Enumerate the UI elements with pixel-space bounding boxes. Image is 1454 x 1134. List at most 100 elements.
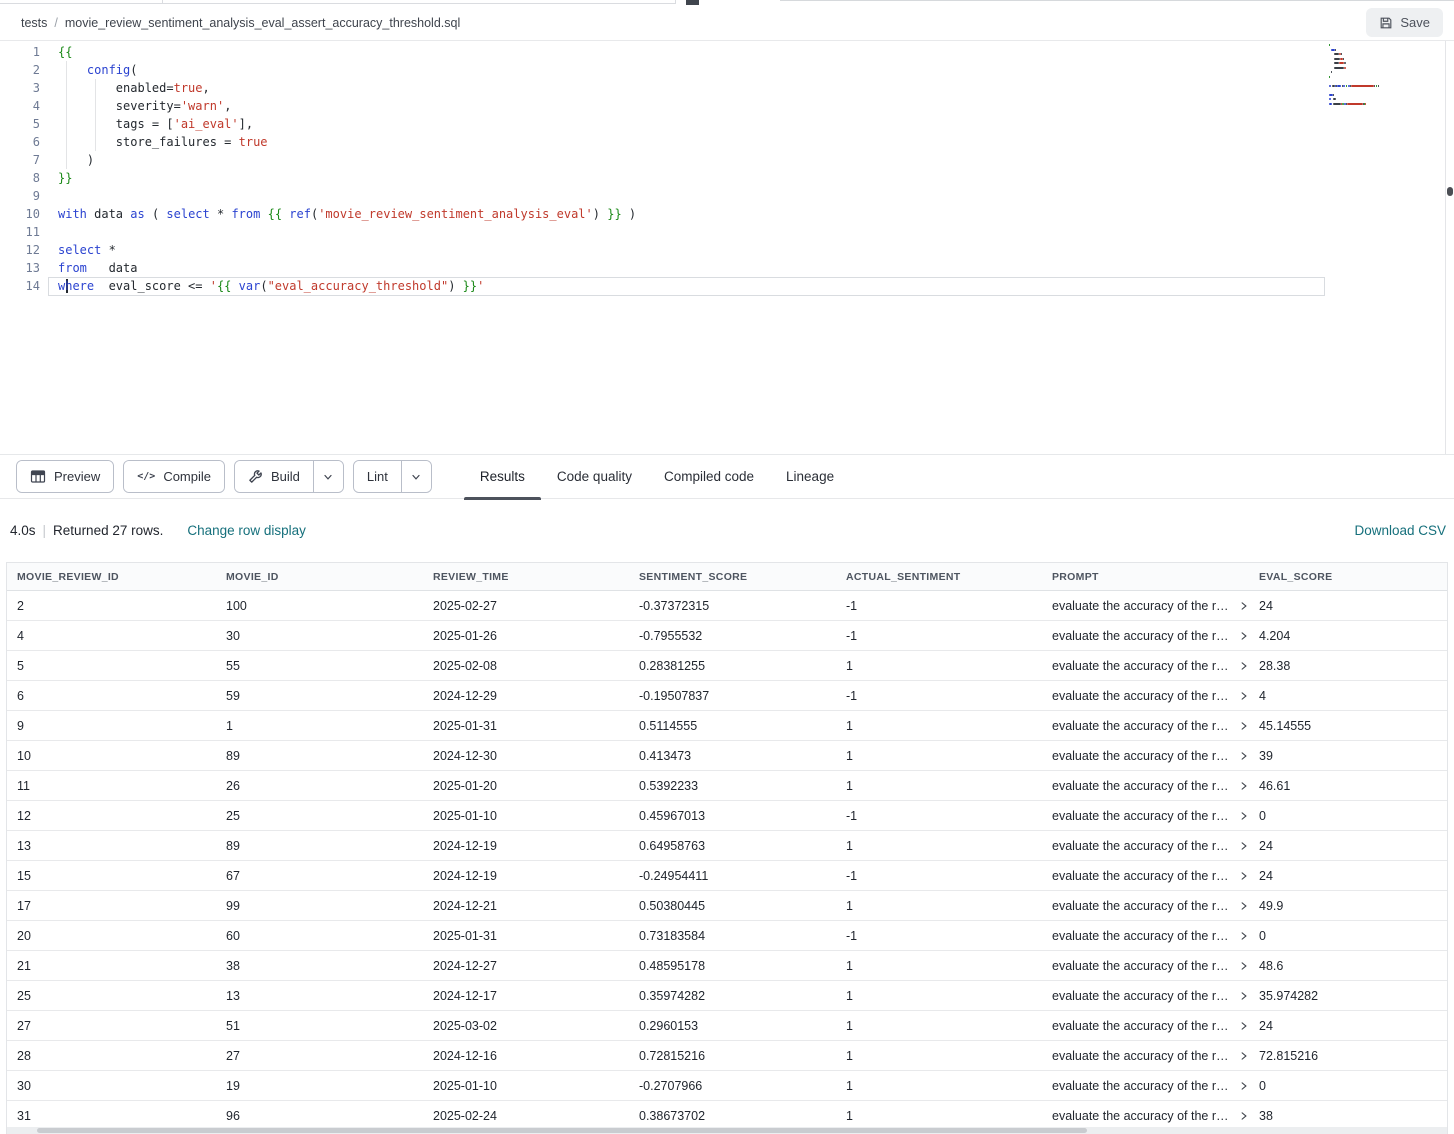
change-row-display-link[interactable]: Change row display: [187, 523, 306, 538]
code-line-5[interactable]: 5 tags = ['ai_eval'],: [0, 115, 1434, 133]
expand-prompt-icon[interactable]: [1239, 661, 1249, 671]
code-line-11[interactable]: 11: [0, 223, 1434, 241]
compile-button[interactable]: </>Compile: [124, 461, 224, 492]
line-number: 11: [0, 223, 40, 241]
table-row: 11262025-01-200.53922331evaluate the acc…: [7, 771, 1447, 801]
breadcrumb-dir[interactable]: tests: [21, 16, 47, 30]
line-number: 5: [0, 115, 40, 133]
cell-prompt: evaluate the accuracy of the res…: [1042, 1011, 1249, 1040]
expand-prompt-icon[interactable]: [1239, 841, 1249, 851]
expand-prompt-icon[interactable]: [1239, 631, 1249, 641]
code-line-14[interactable]: 14where eval_score <= '{{ var("eval_accu…: [0, 277, 1434, 295]
code-line-6[interactable]: 6 store_failures = true: [0, 133, 1434, 151]
code-line-3[interactable]: 3 enabled=true,: [0, 79, 1434, 97]
code-line-12[interactable]: 12select *: [0, 241, 1434, 259]
prompt-preview-text: evaluate the accuracy of the res…: [1052, 869, 1233, 883]
cell-sentiment_score: 0.50380445: [629, 891, 836, 920]
code-line-8[interactable]: 8}}: [0, 169, 1434, 187]
build-button[interactable]: Build: [235, 461, 313, 492]
status-separator: |: [43, 523, 47, 538]
expand-prompt-icon[interactable]: [1239, 901, 1249, 911]
expand-prompt-icon[interactable]: [1239, 961, 1249, 971]
cell-sentiment_score: -0.37372315: [629, 591, 836, 620]
cell-movie_review_id: 17: [7, 891, 216, 920]
cell-review_time: 2024-12-21: [423, 891, 629, 920]
breadcrumb-filename: movie_review_sentiment_analysis_eval_ass…: [65, 16, 460, 30]
cell-movie_review_id: 31: [7, 1101, 216, 1130]
cell-sentiment_score: 0.64958763: [629, 831, 836, 860]
expand-prompt-icon[interactable]: [1239, 751, 1249, 761]
code-line-10[interactable]: 10with data as ( select * from {{ ref('m…: [0, 205, 1434, 223]
expand-prompt-icon[interactable]: [1239, 1111, 1249, 1121]
expand-prompt-icon[interactable]: [1239, 781, 1249, 791]
expand-prompt-icon[interactable]: [1239, 931, 1249, 941]
download-csv-link[interactable]: Download CSV: [1354, 523, 1446, 538]
cell-review_time: 2024-12-19: [423, 831, 629, 860]
cell-sentiment_score: 0.72815216: [629, 1041, 836, 1070]
table-icon: [30, 469, 46, 484]
code-text: severity='warn',: [40, 97, 231, 115]
code-minimap[interactable]: [1329, 43, 1444, 106]
build-dropdown-button[interactable]: [313, 461, 343, 492]
code-line-13[interactable]: 13from data: [0, 259, 1434, 277]
code-line-9[interactable]: 9: [0, 187, 1434, 205]
code-line-1[interactable]: 1{{: [0, 43, 1434, 61]
build-button-group: Build: [234, 460, 344, 493]
cell-review_time: 2024-12-17: [423, 981, 629, 1010]
table-horizontal-scrollbar[interactable]: [7, 1127, 1447, 1134]
cell-movie_id: 19: [216, 1071, 423, 1100]
expand-prompt-icon[interactable]: [1239, 811, 1249, 821]
table-row: 5552025-02-080.283812551evaluate the acc…: [7, 651, 1447, 681]
line-number: 3: [0, 79, 40, 97]
table-row: 4302025-01-26-0.7955532-1evaluate the ac…: [7, 621, 1447, 651]
table-row: 28272024-12-160.728152161evaluate the ac…: [7, 1041, 1447, 1071]
cell-prompt: evaluate the accuracy of the res…: [1042, 741, 1249, 770]
lint-dropdown-button[interactable]: [401, 461, 431, 492]
table-scrollbar-thumb[interactable]: [37, 1128, 1087, 1133]
cell-eval_score: 0: [1249, 1071, 1445, 1100]
table-row: 6592024-12-29-0.19507837-1evaluate the a…: [7, 681, 1447, 711]
cell-prompt: evaluate the accuracy of the res…: [1042, 651, 1249, 680]
cell-eval_score: 24: [1249, 861, 1445, 890]
build-button-label: Build: [271, 469, 300, 484]
prompt-preview-text: evaluate the accuracy of the res…: [1052, 599, 1233, 613]
column-header-prompt: PROMPT: [1042, 563, 1249, 590]
expand-prompt-icon[interactable]: [1239, 601, 1249, 611]
code-line-7[interactable]: 7 ): [0, 151, 1434, 169]
preview-button[interactable]: Preview: [17, 461, 113, 492]
lint-button[interactable]: Lint: [354, 461, 401, 492]
expand-prompt-icon[interactable]: [1239, 991, 1249, 1001]
cell-eval_score: 46.61: [1249, 771, 1445, 800]
file-header-bar: tests / movie_review_sentiment_analysis_…: [0, 5, 1454, 41]
tab-results[interactable]: Results: [464, 455, 541, 499]
expand-prompt-icon[interactable]: [1239, 1051, 1249, 1061]
lint-button-label: Lint: [367, 469, 388, 484]
cell-movie_id: 60: [216, 921, 423, 950]
cell-eval_score: 28.38: [1249, 651, 1445, 680]
tab-compiled-code[interactable]: Compiled code: [648, 455, 770, 499]
cell-movie_review_id: 13: [7, 831, 216, 860]
expand-prompt-icon[interactable]: [1239, 1081, 1249, 1091]
code-text: tags = ['ai_eval'],: [40, 115, 253, 133]
wrench-icon: [248, 469, 263, 484]
code-line-2[interactable]: 2 config(: [0, 61, 1434, 79]
code-editor[interactable]: 1{{2 config(3 enabled=true,4 severity='w…: [0, 41, 1454, 455]
prompt-preview-text: evaluate the accuracy of the res…: [1052, 779, 1233, 793]
cell-actual_sentiment: 1: [836, 951, 1042, 980]
expand-prompt-icon[interactable]: [1239, 1021, 1249, 1031]
save-button[interactable]: Save: [1366, 8, 1443, 37]
editor-scrollbar-thumb[interactable]: [1447, 187, 1453, 196]
cell-prompt: evaluate the accuracy of the res…: [1042, 921, 1249, 950]
cell-review_time: 2025-01-31: [423, 711, 629, 740]
code-icon: </>: [137, 471, 155, 482]
cell-review_time: 2024-12-19: [423, 861, 629, 890]
tab-code-quality[interactable]: Code quality: [541, 455, 648, 499]
tab-lineage[interactable]: Lineage: [770, 455, 850, 499]
cell-movie_review_id: 20: [7, 921, 216, 950]
expand-prompt-icon[interactable]: [1239, 871, 1249, 881]
code-line-4[interactable]: 4 severity='warn',: [0, 97, 1434, 115]
cell-prompt: evaluate the accuracy of the res…: [1042, 981, 1249, 1010]
cell-sentiment_score: 0.48595178: [629, 951, 836, 980]
expand-prompt-icon[interactable]: [1239, 721, 1249, 731]
expand-prompt-icon[interactable]: [1239, 691, 1249, 701]
